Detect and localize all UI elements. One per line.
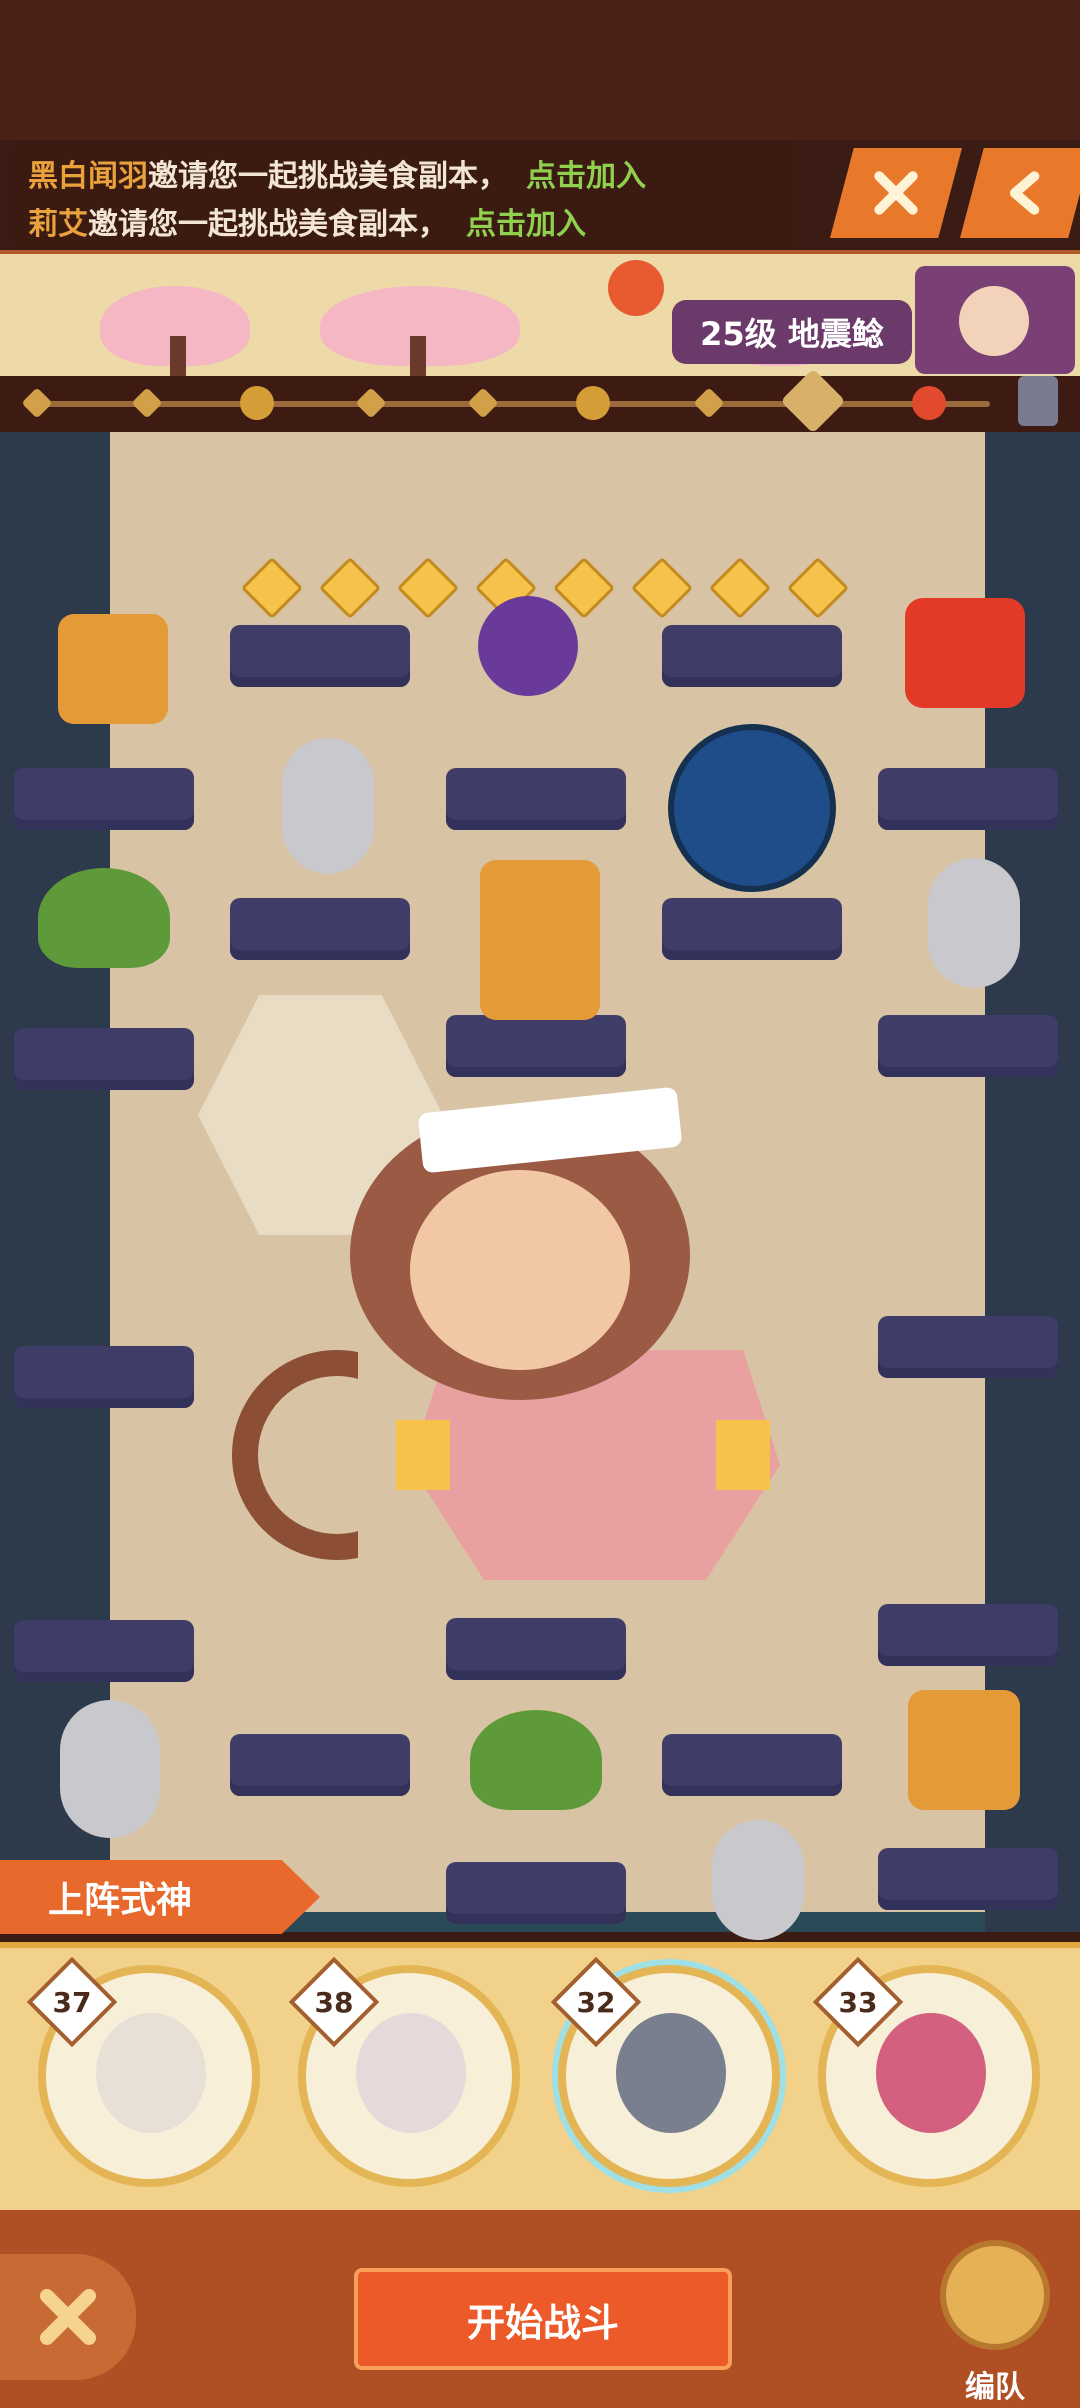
sun-icon	[608, 260, 664, 316]
invite-panel: 黑白闻羽邀请您一起挑战美食副本， 点击加入 莉艾邀请您一起挑战美食副本， 点击加入	[8, 143, 798, 249]
flag-icon	[940, 2240, 1050, 2350]
lineup-tab: 上阵式神	[0, 1860, 320, 1934]
boss-spiral-node	[912, 386, 946, 420]
turtle-shell-item[interactable]	[470, 1710, 602, 1810]
boss-level-label: 25级 地震鲶	[672, 300, 912, 364]
back-icon	[1009, 171, 1040, 215]
turtle-shell-item[interactable]	[38, 868, 170, 968]
board-slot[interactable]	[230, 625, 410, 687]
stone-tablet-item[interactable]	[928, 858, 1020, 988]
hero-level: 38	[314, 1985, 354, 2019]
hero-avatar	[356, 2013, 466, 2133]
stone-tablet-item[interactable]	[712, 1820, 804, 1940]
progress-spiral-node	[240, 386, 274, 420]
board-slot[interactable]	[14, 1346, 194, 1408]
lightning-icon	[396, 1420, 450, 1490]
hero-level: 32	[576, 1985, 616, 2019]
close-icon	[874, 171, 918, 215]
board-slot[interactable]	[446, 1015, 626, 1077]
top-bar	[0, 0, 1080, 140]
close-button[interactable]	[830, 148, 962, 238]
hero-level: 37	[52, 1985, 92, 2019]
back-button[interactable]	[960, 148, 1080, 238]
hero-avatar	[616, 2013, 726, 2133]
board-slot[interactable]	[14, 1028, 194, 1090]
progress-spiral-node	[576, 386, 610, 420]
boss-face-icon	[959, 286, 1029, 356]
board-slot[interactable]	[878, 768, 1058, 830]
progress-track	[30, 401, 990, 407]
board-slot[interactable]	[878, 1848, 1058, 1910]
board-slot[interactable]	[446, 768, 626, 830]
invite-player-name: 黑白闻羽	[28, 159, 148, 194]
invite-message: 邀请您一起挑战美食副本，	[148, 159, 508, 194]
join-link[interactable]: 点击加入	[526, 159, 646, 194]
lightning-icon	[716, 1420, 770, 1490]
blue-vortex-portal[interactable]	[668, 724, 836, 892]
winged-chest-item[interactable]	[908, 1690, 1020, 1810]
skull-bomb-item[interactable]	[478, 596, 578, 696]
winged-chest-item[interactable]	[480, 860, 600, 1020]
hero-level: 33	[838, 1985, 878, 2019]
board-slot[interactable]	[230, 1734, 410, 1796]
board-slot[interactable]	[14, 1620, 194, 1682]
winged-chest-item[interactable]	[58, 614, 168, 724]
team-label: 编队	[965, 2370, 1025, 2405]
tree-trunk	[410, 336, 426, 376]
boss-portrait[interactable]	[915, 266, 1075, 374]
board-slot[interactable]	[662, 898, 842, 960]
board-slot[interactable]	[878, 1604, 1058, 1666]
board-slot[interactable]	[446, 1618, 626, 1680]
tree-trunk	[170, 336, 186, 376]
close-icon	[40, 2289, 96, 2345]
cancel-button[interactable]	[0, 2254, 136, 2380]
stone-tablet-item[interactable]	[282, 738, 374, 874]
invite-player-name: 莉艾	[28, 207, 88, 242]
hero-avatar	[876, 2013, 986, 2133]
board-slot[interactable]	[446, 1862, 626, 1924]
board-slot[interactable]	[14, 768, 194, 830]
invite-message: 邀请您一起挑战美食副本，	[88, 207, 448, 242]
board-slot[interactable]	[230, 898, 410, 960]
board-slot[interactable]	[662, 625, 842, 687]
heal-item[interactable]	[905, 598, 1025, 708]
join-link[interactable]: 点击加入	[466, 207, 586, 242]
board-slot[interactable]	[878, 1316, 1058, 1378]
invite-line[interactable]: 莉艾邀请您一起挑战美食副本， 点击加入	[28, 199, 586, 243]
invite-line[interactable]: 黑白闻羽邀请您一起挑战美食副本， 点击加入	[28, 151, 646, 195]
board-slot[interactable]	[878, 1015, 1058, 1077]
boss-monkey-face	[410, 1170, 630, 1370]
scissors-icon	[1018, 376, 1058, 426]
start-battle-button[interactable]: 开始战斗	[354, 2268, 732, 2370]
stone-tablet-item[interactable]	[60, 1700, 160, 1838]
board-slot[interactable]	[662, 1734, 842, 1796]
hero-avatar	[96, 2013, 206, 2133]
